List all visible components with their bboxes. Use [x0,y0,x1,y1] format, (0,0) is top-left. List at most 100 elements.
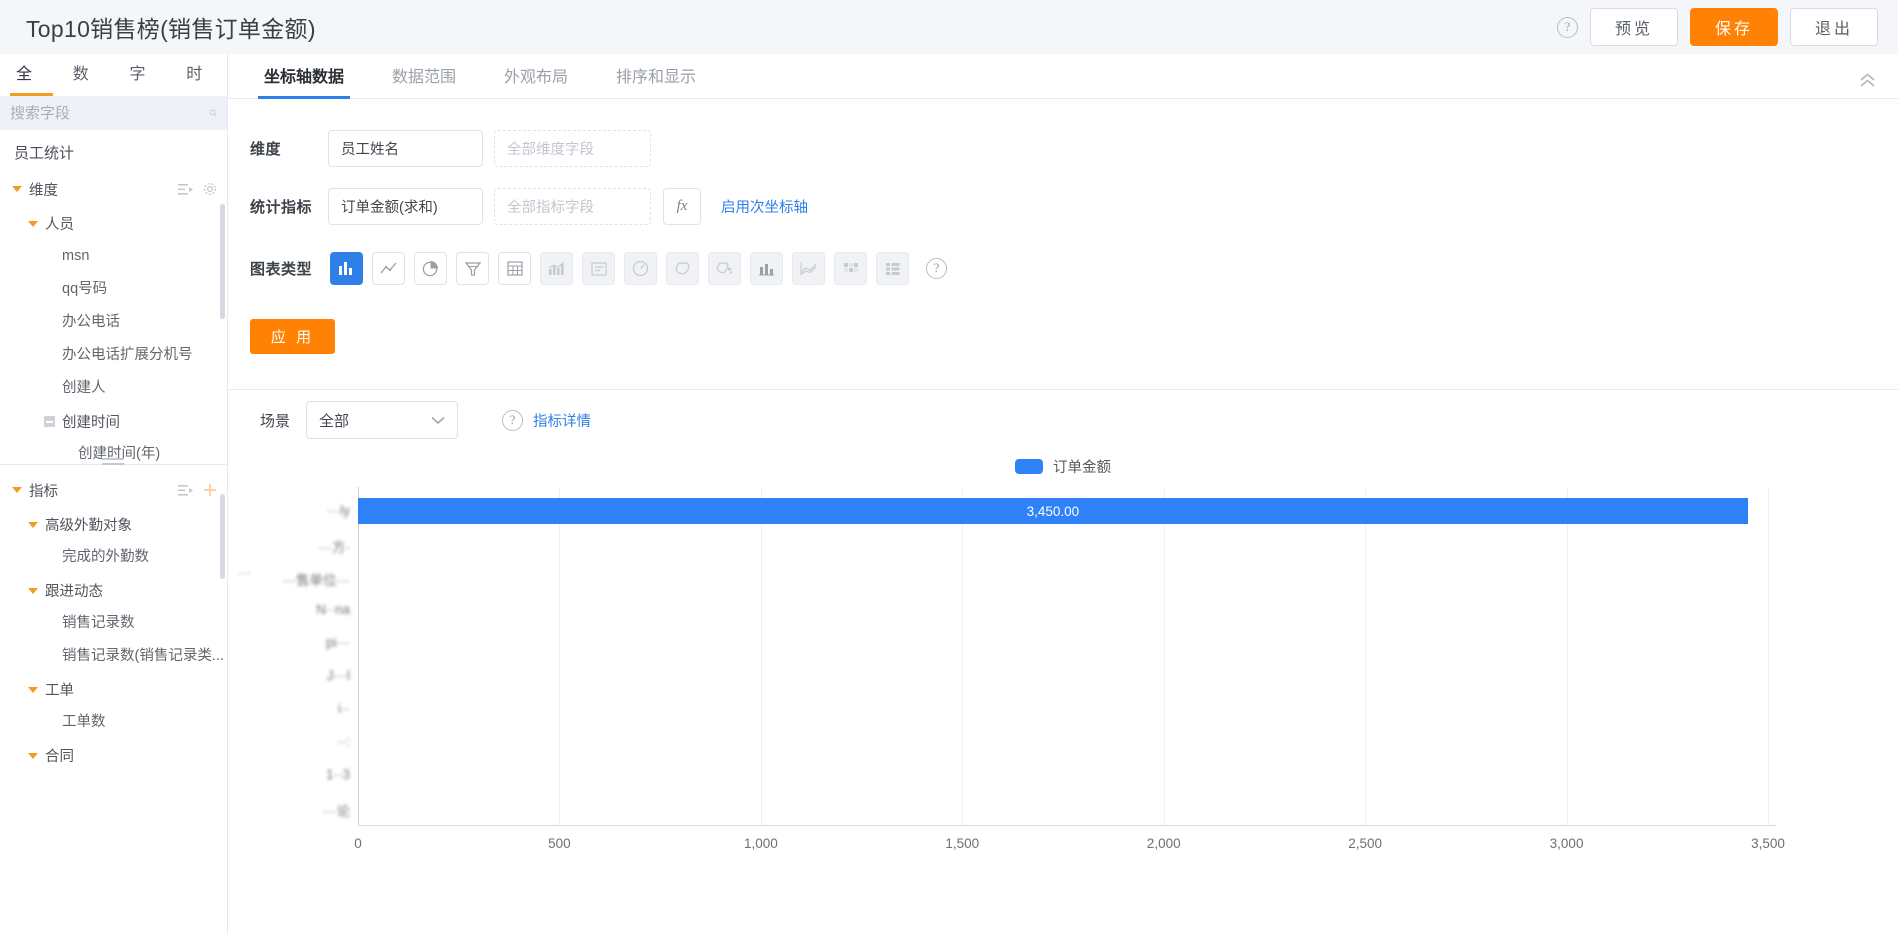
y-axis-label: i·· [338,700,350,716]
minus-square-icon[interactable] [44,416,55,427]
multi-line-chart-icon[interactable] [792,252,825,285]
heatmap-icon[interactable] [834,252,867,285]
chart-type-label: 图表类型 [250,261,313,278]
sidebar-scrollbar-top[interactable] [220,204,225,319]
tree-leaf-sales-record-count-by-type[interactable]: 销售记录数(销售记录类... [0,640,227,673]
legend-swatch-order-amount[interactable] [1015,459,1043,474]
y-axis-label: J···l [326,667,350,683]
sidebar-tab-text[interactable]: 字符 [120,54,171,125]
tree-group-dimension-label: 维度 [29,182,58,199]
gauge-icon[interactable] [624,252,657,285]
y-axis-label: ···方· [318,539,350,555]
sidebar-tab-all[interactable]: 全部 [6,54,57,125]
caret-down-icon [28,521,38,528]
x-axis-tick-label: 500 [548,836,571,851]
formula-button[interactable]: fx [663,188,701,225]
tree-node-contract[interactable]: 合同 [0,739,227,772]
y-axis-label: ···售单位··· [282,572,350,588]
caret-down-icon [28,587,38,594]
detail-list-icon[interactable] [876,252,909,285]
tree-node-create-time[interactable]: 创建时间 [0,405,227,438]
table-icon[interactable] [498,252,531,285]
tree-group-dimension[interactable]: 维度 [0,171,227,207]
card-icon[interactable] [582,252,615,285]
exit-button[interactable]: 退出 [1790,8,1878,46]
tree-group-metric-actions [178,483,217,497]
chart-bar[interactable]: 3,450.00 [358,498,1748,524]
search-field-container[interactable] [0,96,227,130]
y-axis-label: pi··· [326,634,350,650]
tree-leaf-qq[interactable]: qq号码 [0,273,227,306]
pie-chart-icon[interactable] [414,252,447,285]
tab-axis-data[interactable]: 坐标轴数据 [258,63,351,99]
bar-value-label: 3,450.00 [1026,503,1080,519]
tree-node-personnel[interactable]: 人员 [0,207,227,240]
metric-dropzone[interactable]: 全部指标字段 [494,188,651,225]
tree-leaf-office-phone-ext[interactable]: 办公电话扩展分机号 [0,339,227,372]
tab-appearance-layout[interactable]: 外观布局 [498,63,574,98]
x-axis-tick-label: 2,500 [1348,836,1383,851]
chart-legend: 订单金额 [228,456,1898,477]
save-button[interactable]: 保存 [1690,8,1778,46]
tree-leaf-workorder-count[interactable]: 工单数 [0,706,227,739]
dimension-field[interactable]: 员工姓名 [328,130,483,167]
tree-leaf-msn[interactable]: msn [0,240,227,273]
tab-sort-display[interactable]: 排序和显示 [610,63,702,98]
sidebar-scrollbar-bottom[interactable] [220,494,225,579]
tree-leaf-completed-field-visits[interactable]: 完成的外勤数 [0,541,227,574]
y-axis-label: ···ly [326,502,350,518]
tree-leaf-creator[interactable]: 创建人 [0,372,227,405]
plus-icon[interactable] [203,483,217,497]
top-bar: Top10销售榜(销售订单金额) ? 预览 保存 退出 [0,0,1898,54]
list-icon[interactable] [178,183,193,196]
question-circle-icon[interactable]: ? [926,258,947,279]
search-input[interactable] [10,104,209,122]
line-chart-icon[interactable] [372,252,405,285]
apply-button[interactable]: 应 用 [250,319,335,354]
tree-leaf-sales-record-count[interactable]: 销售记录数 [0,607,227,640]
y-axis-label: N··na [316,601,350,617]
sidebar-tab-number[interactable]: 数值 [63,54,114,125]
gridline [1768,487,1769,825]
gridline [962,487,964,825]
funnel-chart-icon[interactable] [456,252,489,285]
dimension-dropzone[interactable]: 全部维度字段 [494,130,651,167]
question-circle-icon[interactable]: ? [1557,16,1578,38]
bar-chart-icon[interactable] [330,252,363,285]
scene-label: 场景 [260,412,291,430]
chart-plot: ···ly ···方· ···售单位··· N··na pi··· J···l i·· ··:… [228,487,1898,907]
map-scatter-icon[interactable] [708,252,741,285]
caret-down-icon [28,220,38,227]
tree-leaf-office-phone[interactable]: 办公电话 [0,306,227,339]
field-sidebar: 全部 数值 字符 时间 员工统计 维度 [0,54,228,934]
config-tabs: 坐标轴数据 数据范围 外观布局 排序和显示 [228,54,1898,99]
splitter-drag-handle[interactable] [102,458,124,467]
dimension-label: 维度 [250,141,282,158]
metric-label: 统计指标 [250,199,313,216]
search-icon [209,109,217,117]
sidebar-tab-time[interactable]: 时间 [176,54,227,125]
tree-node-followup[interactable]: 跟进动态 [0,574,227,607]
map-icon[interactable] [666,252,699,285]
tree-group-metric[interactable]: 指标 [0,472,227,508]
x-axis-tick-label: 0 [354,836,362,851]
tree-node-field-object[interactable]: 高级外勤对象 [0,508,227,541]
tab-data-range[interactable]: 数据范围 [386,63,462,98]
enable-secondary-axis-link[interactable]: 启用次坐标轴 [721,196,808,217]
scene-select[interactable]: 全部 [306,401,459,439]
caret-down-icon [12,186,22,192]
tree-node-workorder[interactable]: 工单 [0,673,227,706]
area-chart-icon[interactable] [540,252,573,285]
preview-button[interactable]: 预览 [1590,8,1678,46]
chevron-double-up-icon[interactable] [1859,73,1876,88]
chart-type-row: 图表类型 ? [250,252,1898,285]
metric-field[interactable]: 订单金额(求和) [328,188,483,225]
gear-icon[interactable] [203,182,217,196]
question-circle-icon[interactable]: ? [502,409,524,431]
metric-detail-link[interactable]: 指标详情 [533,410,591,431]
field-tree: 维度 人员 msn qq号码 办公电话 办公电话扩展分机号 创建人 创建时间 创… [0,171,227,471]
x-axis-line [358,825,1776,826]
combo-chart-icon[interactable] [750,252,783,285]
list-icon[interactable] [178,484,193,497]
tree-group-metric-label: 指标 [29,483,58,500]
